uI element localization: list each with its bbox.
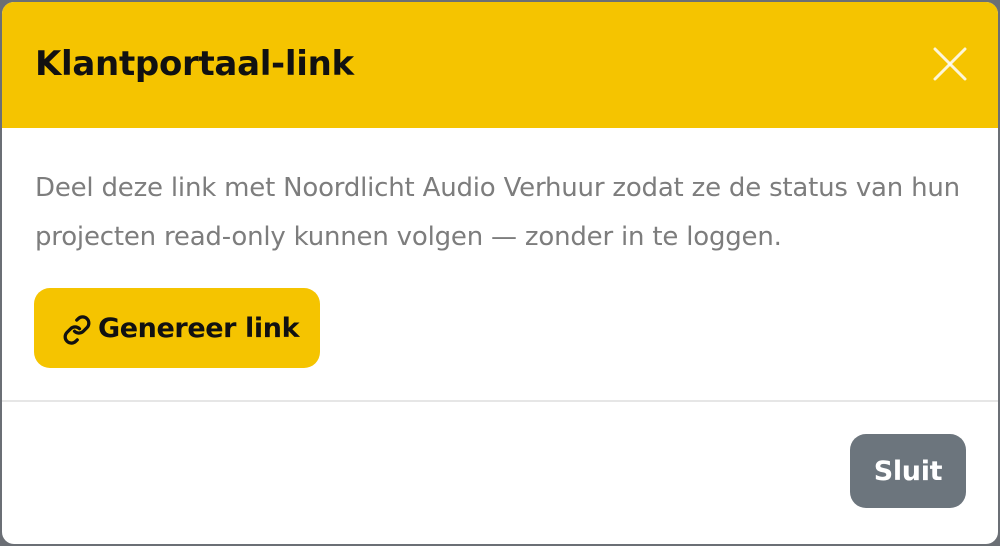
- generate-link-button[interactable]: Genereer link: [34, 288, 320, 368]
- close-icon[interactable]: [932, 46, 968, 82]
- modal-title: Klantportaal-link: [35, 44, 354, 84]
- modal-description: Deel deze link met Noordlicht Audio Verh…: [35, 173, 960, 252]
- modal-header: Klantportaal-link: [2, 2, 998, 128]
- link-icon: [63, 315, 91, 345]
- modal-body: Deel deze link met Noordlicht Audio Verh…: [2, 128, 998, 400]
- close-button[interactable]: Sluit: [850, 434, 966, 508]
- generate-link-label: Genereer link: [98, 312, 300, 344]
- modal-footer: Sluit: [2, 402, 998, 544]
- client-portal-link-modal: Klantportaal-link Deel deze link met Noo…: [2, 2, 998, 544]
